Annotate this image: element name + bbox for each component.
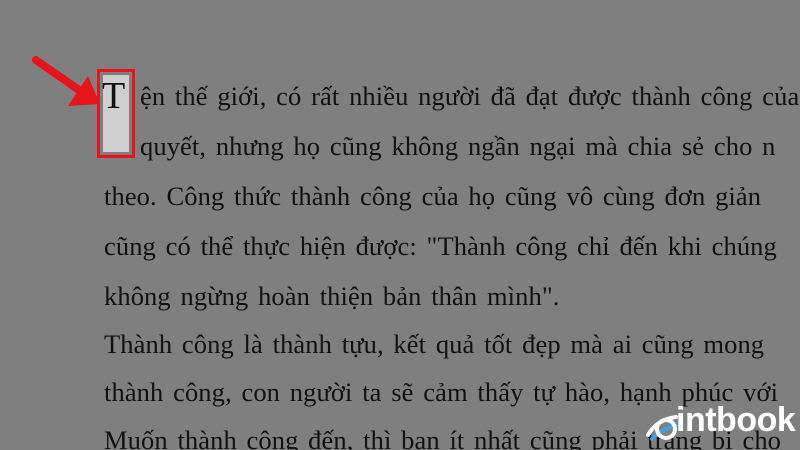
watermark-text: intbook [676,401,796,440]
watermark-logo: intbook [642,393,800,450]
text-line-1: ện thế giới, có rất nhiều người đã đạt đ… [140,81,800,111]
text-line-6: Thành công là thành tựu, kết quả tốt đẹp… [104,329,765,359]
arrow-pointer-icon [32,56,100,106]
watermark-text-part-1: i [676,401,685,439]
text-line-3: theo. Công thức thành công của họ cũng v… [104,181,762,211]
text-line-5: không ngừng hoàn thiện bản thân mình". [104,281,560,311]
text-line-4: cũng có thể thực hiện được: "Thành công … [104,231,777,261]
watermark-text-part-2: ntbook [684,401,796,439]
document-page: T ện thế giới, có rất nhiều người đã đạt… [0,0,800,450]
text-line-2: quyết, nhưng họ cũng không ngần ngại mà … [140,131,776,161]
